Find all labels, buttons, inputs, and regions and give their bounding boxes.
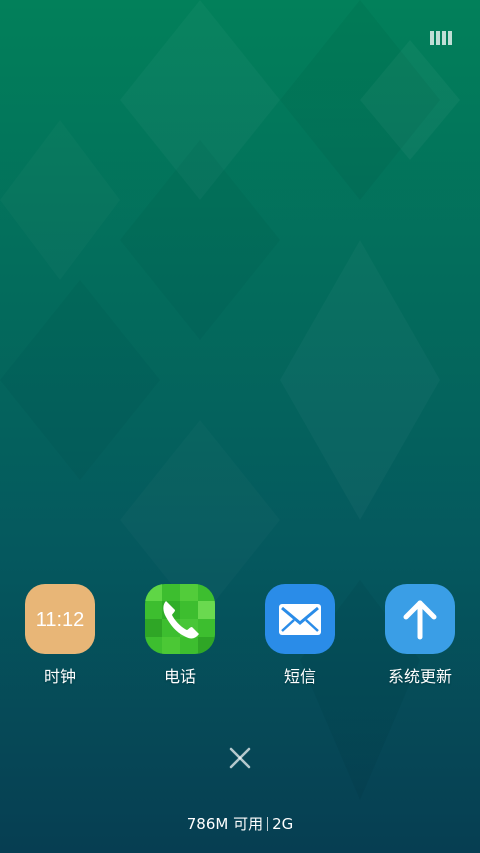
recent-app-phone[interactable]: 电话 [125,583,235,693]
system-update-icon [385,584,455,654]
recent-app-label: 系统更新 [387,667,452,686]
clock-icon: 11:12 [25,584,95,654]
recent-app-sms[interactable]: 短信 [245,583,355,693]
wallpaper-pattern [280,0,460,800]
recent-app-label: 时钟 [43,667,76,686]
close-icon[interactable] [226,744,254,772]
memory-available: 786M 可用 [186,815,264,833]
memory-status: 786M 可用 2G [0,814,480,834]
recent-apps-row: 11:12 时钟 电话 短信 系统更新 [0,583,480,693]
phone-icon [145,584,215,654]
memory-total: 2G [272,815,294,833]
recent-app-label: 电话 [163,667,196,686]
recent-app-clock[interactable]: 11:12 时钟 [5,583,115,693]
recent-app-label: 短信 [283,667,316,686]
memory-separator [267,817,269,831]
recent-app-system-update[interactable]: 系统更新 [365,583,475,693]
recent-apps-grid-icon[interactable] [429,30,453,46]
sms-icon [265,584,335,654]
clock-icon-time: 11:12 [36,609,85,631]
